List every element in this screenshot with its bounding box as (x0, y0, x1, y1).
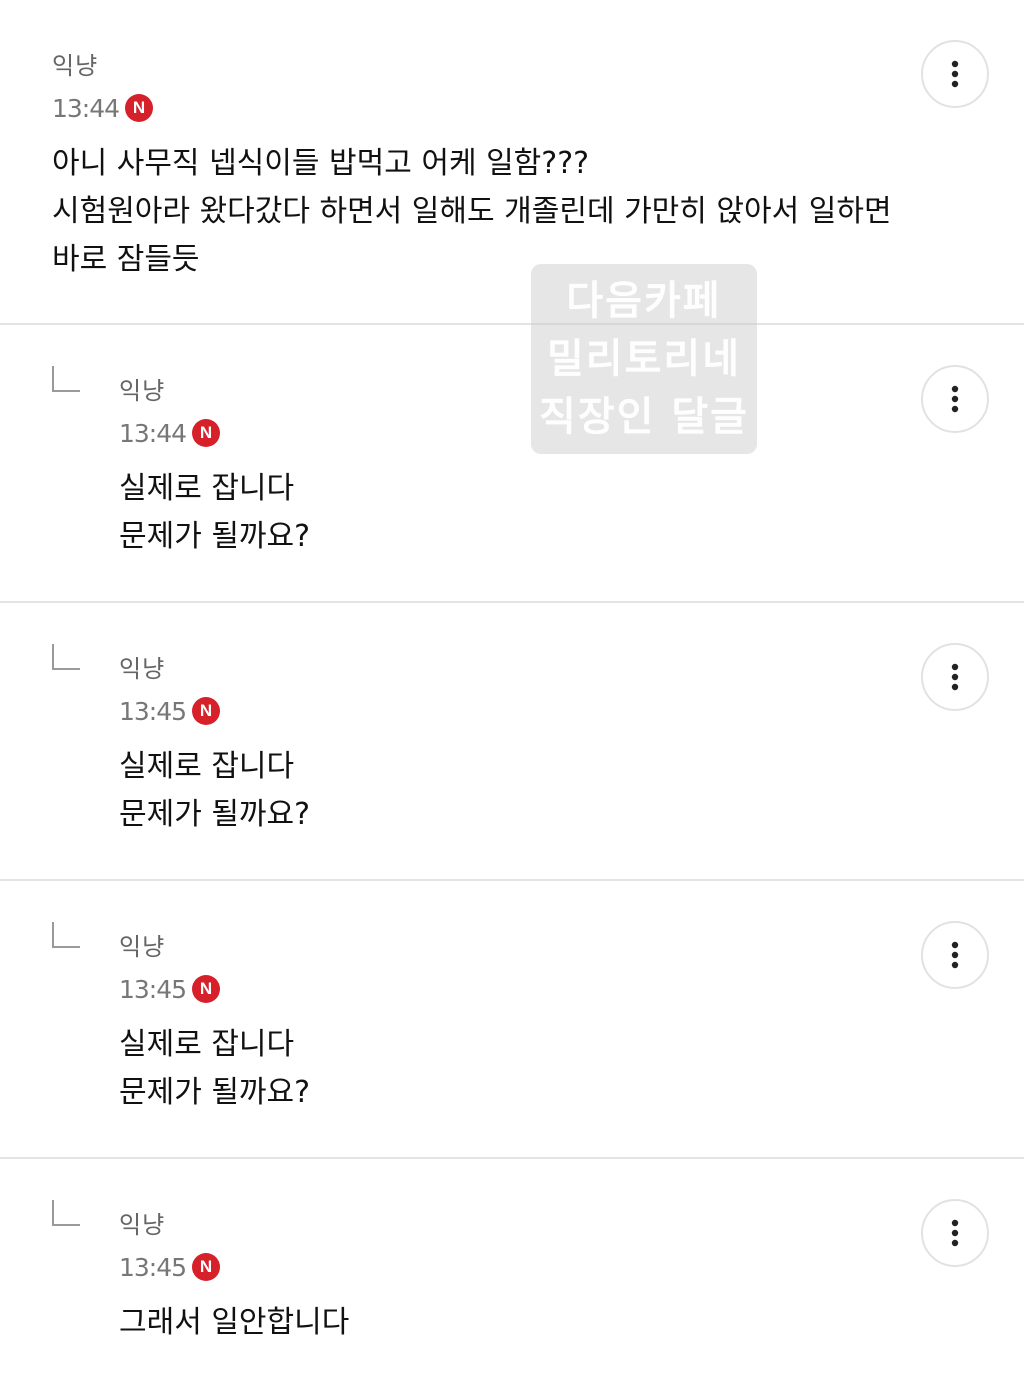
reply-comment: 익냥 13:45 N 실제로 잡니다 문제가 될까요? (0, 881, 1024, 1159)
comment-line: 시험원아라 왔다갔다 하면서 일해도 개졸린데 가만히 앉아서 일하면 (52, 194, 892, 229)
more-options-button[interactable] (921, 643, 989, 711)
comment-time: 13:44 (119, 418, 187, 448)
comment-line: 그래서 일안합니다 (119, 1305, 350, 1340)
comment-body: 실제로 잡니다 문제가 될까요? (119, 465, 310, 561)
comment-line: 실제로 잡니다 (119, 1027, 295, 1062)
comment-time: 13:45 (119, 696, 187, 726)
comment-line: 실제로 잡니다 (119, 471, 295, 506)
reply-comment: 익냥 13:44 N 실제로 잡니다 문제가 될까요? (0, 325, 1024, 603)
new-badge: N (192, 975, 221, 1003)
more-vertical-icon (951, 663, 959, 691)
comment-time: 13:44 (52, 93, 120, 123)
new-badge: N (192, 697, 221, 725)
reply-arrow-icon (52, 922, 80, 948)
comment-author[interactable]: 익냥 (119, 927, 165, 962)
reply-comment: 익냥 13:45 N 실제로 잡니다 문제가 될까요? (0, 603, 1024, 881)
comment-body: 아니 사무직 넵식이들 밥먹고 어케 일함??? 시험원아라 왔다갔다 하면서 … (52, 140, 892, 284)
comment-line: 바로 잠들듯 (52, 242, 200, 277)
reply-arrow-icon (52, 644, 80, 670)
more-vertical-icon (951, 941, 959, 969)
comment-line: 문제가 될까요? (119, 519, 311, 554)
comment-line: 아니 사무직 넵식이들 밥먹고 어케 일함??? (52, 146, 590, 181)
comment-meta: 13:45 N (119, 973, 221, 1005)
comment-line: 실제로 잡니다 (119, 749, 295, 784)
comment-author[interactable]: 익냥 (119, 371, 165, 406)
new-badge: N (125, 94, 154, 122)
comment-author[interactable]: 익냥 (119, 649, 165, 684)
reply-arrow-icon (52, 366, 80, 392)
watermark-line: 직장인 달글 (539, 394, 749, 440)
comment-author[interactable]: 익냥 (52, 46, 98, 81)
comment-body: 실제로 잡니다 문제가 될까요? (119, 743, 310, 839)
comment-meta: 13:44 N (119, 417, 221, 449)
comment-meta: 13:45 N (119, 695, 221, 727)
new-badge: N (192, 419, 221, 447)
comment-list: 익냥 13:44 N 아니 사무직 넵식이들 밥먹고 어케 일함??? 시험원아… (0, 0, 1024, 1386)
comment-line: 문제가 될까요? (119, 1075, 311, 1110)
more-vertical-icon (951, 1219, 959, 1247)
watermark-line: 다음카페 (566, 278, 722, 324)
comment-author[interactable]: 익냥 (119, 1205, 165, 1240)
more-options-button[interactable] (921, 1199, 989, 1267)
more-vertical-icon (951, 385, 959, 413)
comment-body: 그래서 일안합니다 (119, 1299, 349, 1347)
reply-comment: 익냥 13:45 N 그래서 일안합니다 (0, 1159, 1024, 1386)
more-options-button[interactable] (921, 921, 989, 989)
comment-time: 13:45 (119, 1252, 187, 1282)
comment-meta: 13:45 N (119, 1251, 221, 1283)
new-badge: N (192, 1253, 221, 1281)
comment-time: 13:45 (119, 974, 187, 1004)
reply-arrow-icon (52, 1200, 80, 1226)
more-options-button[interactable] (921, 365, 989, 433)
watermark-line: 밀리토리네 (547, 336, 741, 382)
comment: 익냥 13:44 N 아니 사무직 넵식이들 밥먹고 어케 일함??? 시험원아… (0, 0, 1024, 325)
more-vertical-icon (951, 60, 959, 88)
comment-meta: 13:44 N (52, 92, 154, 124)
more-options-button[interactable] (921, 40, 989, 108)
comment-body: 실제로 잡니다 문제가 될까요? (119, 1021, 310, 1117)
comment-line: 문제가 될까요? (119, 797, 311, 832)
watermark: 다음카페 밀리토리네 직장인 달글 (531, 264, 757, 454)
